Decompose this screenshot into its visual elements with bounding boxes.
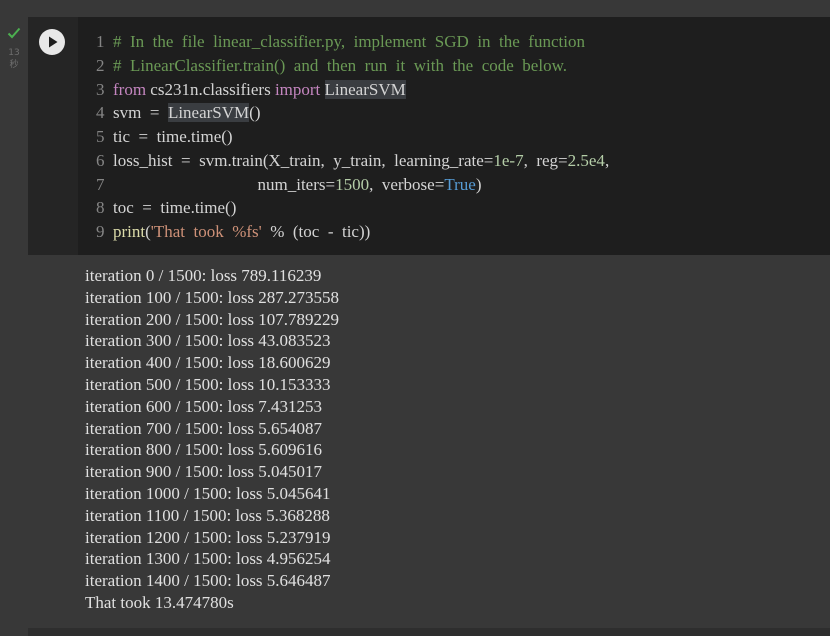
- cell-gutter: [0, 0, 28, 636]
- code-line-4: 4 svm = LinearSVM(): [96, 101, 260, 124]
- function-name: time: [194, 198, 226, 217]
- class-call: LinearSVM: [167, 103, 250, 122]
- number-literal: 2.5e4: [567, 151, 605, 170]
- output-line: iteration 100 / 1500: loss 287.273558: [85, 287, 340, 307]
- code-text: (X_train, y_train, learning_rate=: [262, 151, 494, 170]
- comment: # LinearClassifier.train() and then run …: [113, 56, 567, 75]
- code-text: (): [249, 103, 261, 122]
- line-number: 8: [96, 198, 105, 217]
- output-line: iteration 700 / 1500: loss 5.654087: [85, 418, 323, 438]
- code-text: num_iters=: [113, 175, 336, 194]
- output-line: iteration 0 / 1500: loss 789.116239: [85, 266, 322, 285]
- check-icon: [7, 27, 21, 39]
- line-number: 3: [96, 80, 105, 99]
- play-icon: [49, 36, 58, 48]
- execution-time-unit: 秒: [9, 60, 19, 70]
- function-name: print: [113, 222, 146, 241]
- line-number: 1: [96, 32, 105, 51]
- code-text: toc = time.: [113, 198, 195, 217]
- cell-bottom-border: [28, 628, 830, 636]
- comment: # In the file linear_classifier.py, impl…: [113, 32, 585, 51]
- code-text: ,: [604, 151, 610, 170]
- keyword-import: import: [274, 80, 321, 99]
- output-line: iteration 600 / 1500: loss 7.431253: [85, 396, 323, 416]
- output-line: iteration 500 / 1500: loss 10.153333: [85, 375, 331, 394]
- execution-time-value: 13: [8, 48, 20, 58]
- output-line: iteration 300 / 1500: loss 43.083523: [85, 331, 331, 351]
- code-text: , verbose=: [369, 175, 445, 194]
- number-literal: 1500: [335, 175, 370, 194]
- code-text: ): [475, 175, 482, 194]
- output-summary-line: That took 13.474780s: [85, 593, 234, 612]
- line-number: 6: [96, 151, 105, 170]
- line-number: 4: [96, 103, 105, 122]
- function-name: time: [191, 127, 222, 146]
- number-literal: 1e-7: [493, 151, 524, 170]
- execution-time: 13 秒: [4, 47, 24, 71]
- code-line-3: 3 from cs231n.classifiers import LinearSV…: [96, 78, 406, 101]
- code-line-8: 8 toc = time.time(): [96, 196, 236, 219]
- code-line-1: 1 # In the file linear_classifier.py, imp…: [96, 30, 585, 53]
- code-line-6: 6 loss_hist = svm.train(X_train, y_train,…: [96, 149, 609, 172]
- code-text: tic = time.: [113, 127, 192, 146]
- code-line-2: 2 # LinearClassifier.train() and then run…: [96, 54, 567, 77]
- code-text: , reg=: [523, 151, 568, 170]
- imported-class: LinearSVM: [324, 80, 406, 99]
- code-line-5: 5 tic = time.time(): [96, 125, 233, 148]
- code-line-9: 9 print('That took %fs' % (toc - tic)): [96, 220, 370, 243]
- keyword-from: from: [113, 80, 147, 99]
- code-text: (): [221, 127, 233, 146]
- line-number: 5: [96, 127, 105, 146]
- code-text: (): [225, 198, 237, 217]
- output-line: iteration 1000 / 1500: loss 5.045641: [85, 484, 331, 503]
- output-line: iteration 900 / 1500: loss 5.045017: [85, 462, 323, 482]
- code-text: % (toc - tic)): [261, 222, 371, 241]
- run-cell-button[interactable]: [39, 29, 65, 55]
- string-literal: 'That took %fs': [150, 222, 262, 241]
- output-line: iteration 1100 / 1500: loss 5.368288: [85, 505, 330, 525]
- code-text: loss_hist = svm.: [113, 151, 232, 170]
- boolean-literal: True: [444, 175, 476, 194]
- line-number: 7: [96, 175, 105, 194]
- module-name: cs231n.classifiers: [146, 80, 275, 99]
- output-line: iteration 200 / 1500: loss 107.789229: [85, 309, 340, 329]
- output-line: iteration 1200 / 1500: loss 5.237919: [85, 527, 331, 547]
- code-line-7: 7 num_iters=1500, verbose=True): [96, 173, 481, 196]
- function-name: train: [231, 151, 263, 170]
- output-line: iteration 1400 / 1500: loss 5.646487: [85, 571, 331, 591]
- output-line: iteration 800 / 1500: loss 5.609616: [85, 440, 323, 460]
- line-number: 2: [96, 56, 105, 75]
- output-line: iteration 400 / 1500: loss 18.600629: [85, 353, 331, 373]
- line-number: 9: [96, 222, 105, 241]
- output-line: iteration 1300 / 1500: loss 4.956254: [85, 549, 331, 569]
- code-text: svm =: [113, 103, 168, 122]
